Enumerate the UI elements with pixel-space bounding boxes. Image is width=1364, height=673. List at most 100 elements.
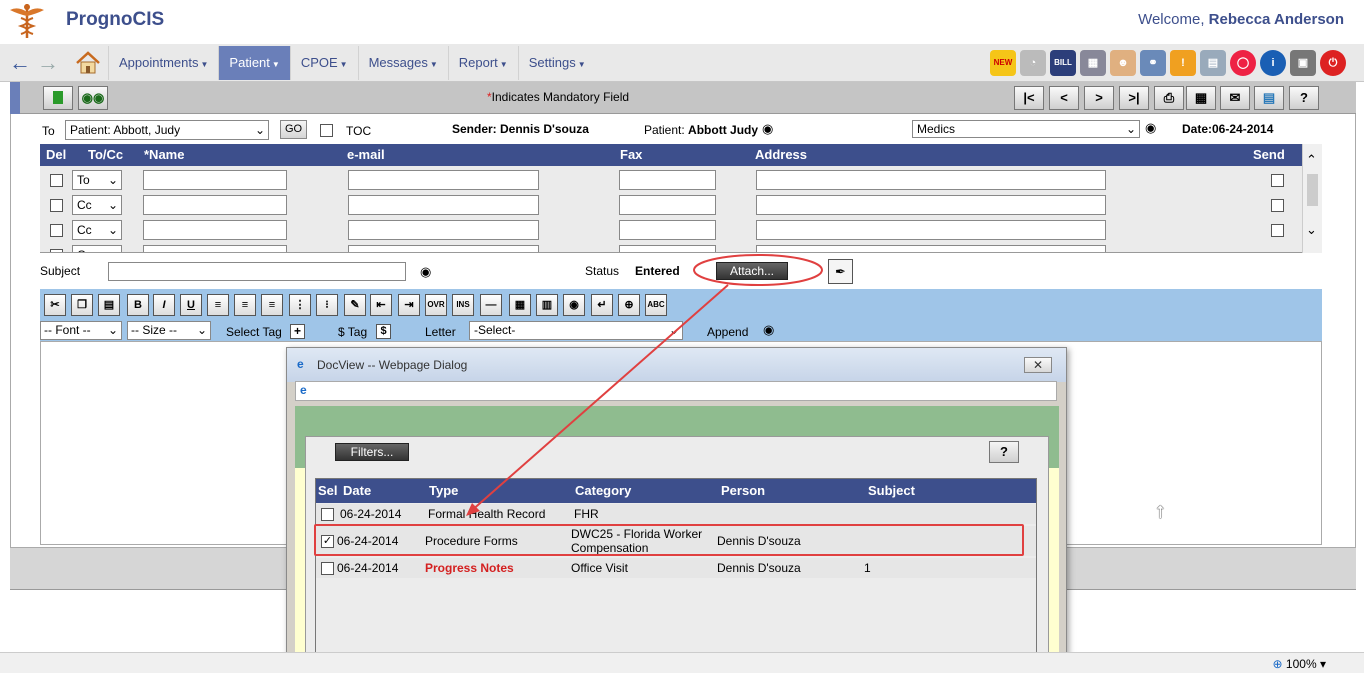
- alert-mail-icon[interactable]: !: [1170, 50, 1196, 76]
- menu-cpoe[interactable]: CPOE ▼: [289, 46, 358, 80]
- size-select[interactable]: -- Size -- ⌄: [127, 321, 211, 340]
- dollar-tag-icon[interactable]: $: [376, 324, 391, 339]
- medics-select[interactable]: Medics ⌄: [912, 120, 1140, 138]
- last-record-button[interactable]: >|: [1119, 86, 1149, 110]
- subject-search-icon[interactable]: ◉: [420, 264, 431, 280]
- menu-patient[interactable]: Patient ▼: [218, 46, 290, 80]
- go-button[interactable]: GO: [280, 120, 308, 139]
- name-field[interactable]: [143, 220, 287, 240]
- next-record-button[interactable]: >: [1084, 86, 1114, 110]
- speedometer-icon[interactable]: ◔: [1020, 50, 1046, 76]
- copy-icon[interactable]: ❐: [71, 294, 93, 316]
- table-icon[interactable]: ▦: [509, 294, 531, 316]
- indent-icon[interactable]: ⇥: [398, 294, 420, 316]
- send-checkbox[interactable]: [1271, 174, 1284, 187]
- spell-icon[interactable]: ✎: [344, 294, 366, 316]
- lock-icon[interactable]: ▣: [1290, 50, 1316, 76]
- dialog-help-button[interactable]: ?: [989, 441, 1019, 463]
- format-ins-button[interactable]: INS: [452, 294, 474, 316]
- subject-input[interactable]: [108, 262, 406, 281]
- envelope-button[interactable]: ✉: [1220, 86, 1250, 110]
- email-field[interactable]: [348, 220, 539, 240]
- fax-field[interactable]: [619, 170, 716, 190]
- address-field[interactable]: [756, 170, 1106, 190]
- cut-icon[interactable]: ✂: [44, 294, 66, 316]
- format-ovr-button[interactable]: OVR: [425, 294, 447, 316]
- menu-report[interactable]: Report ▼: [447, 46, 518, 80]
- format-abc-button[interactable]: ABC: [645, 294, 667, 316]
- email-field[interactable]: [348, 170, 539, 190]
- email-field[interactable]: [348, 245, 539, 252]
- document-row[interactable]: 06-24-2014 Progress Notes Office Visit D…: [316, 558, 1036, 578]
- unordered-list-icon[interactable]: ⁝: [316, 294, 338, 316]
- to-select[interactable]: Patient: Abbott, Judy ⌄: [65, 120, 269, 140]
- outdent-icon[interactable]: ⇤: [370, 294, 392, 316]
- bill-icon[interactable]: BILL: [1050, 50, 1076, 76]
- documents-icon[interactable]: ▤: [1200, 50, 1226, 76]
- menu-appointments[interactable]: Appointments ▼: [108, 46, 219, 80]
- filters-button[interactable]: Filters...: [335, 443, 409, 461]
- toc-checkbox[interactable]: [320, 124, 333, 137]
- delete-checkbox[interactable]: [50, 199, 63, 212]
- ordered-list-icon[interactable]: ⋮: [289, 294, 311, 316]
- scroll-thumb[interactable]: [1307, 174, 1318, 206]
- name-field[interactable]: [143, 245, 287, 252]
- align-right-icon[interactable]: ≡: [261, 294, 283, 316]
- first-record-button[interactable]: |<: [1014, 86, 1044, 110]
- info-icon[interactable]: i: [1260, 50, 1286, 76]
- eraser-tool-icon[interactable]: ✒: [828, 259, 853, 284]
- align-center-icon[interactable]: ≡: [234, 294, 256, 316]
- format-i-button[interactable]: I: [153, 294, 175, 316]
- tocc-select[interactable]: Cc ⌄: [72, 220, 122, 240]
- scroll-down-icon[interactable]: ⌄: [1306, 222, 1317, 238]
- delete-checkbox[interactable]: [50, 224, 63, 237]
- new-icon[interactable]: NEW: [990, 50, 1016, 76]
- back-arrow-icon[interactable]: ←: [9, 52, 31, 74]
- power-icon[interactable]: ⏻: [1320, 50, 1346, 76]
- forward-arrow-icon[interactable]: →: [37, 52, 59, 74]
- medics-search-icon[interactable]: ◉: [1145, 120, 1156, 136]
- format-u-button[interactable]: U: [180, 294, 202, 316]
- address-field[interactable]: [756, 220, 1106, 240]
- table-edit-icon[interactable]: ▥: [536, 294, 558, 316]
- calculator-button[interactable]: ▦: [1186, 86, 1216, 110]
- hr-icon[interactable]: —: [480, 294, 502, 316]
- zoom-control[interactable]: ⊕ 100% ▾: [1273, 657, 1326, 671]
- append-search-icon[interactable]: ◉: [763, 322, 774, 338]
- letter-select[interactable]: -Select- ⌄: [469, 321, 683, 340]
- patient-search-icon[interactable]: ◉: [762, 121, 773, 137]
- fax-field[interactable]: [619, 220, 716, 240]
- paste-icon[interactable]: ▤: [98, 294, 120, 316]
- stethoscope-icon[interactable]: ⚭: [1140, 50, 1166, 76]
- user-icon[interactable]: ☻: [1110, 50, 1136, 76]
- zoom-icon[interactable]: ⊕: [618, 294, 640, 316]
- search-binoculars-button[interactable]: ◉◉: [78, 86, 108, 110]
- address-field[interactable]: [756, 195, 1106, 215]
- home-icon[interactable]: [74, 50, 102, 76]
- add-tag-icon[interactable]: +: [290, 324, 305, 339]
- menu-messages[interactable]: Messages ▼: [357, 46, 448, 80]
- align-left-icon[interactable]: ≡: [207, 294, 229, 316]
- export-button[interactable]: ▤: [1254, 86, 1284, 110]
- select-checkbox[interactable]: [321, 562, 334, 575]
- lifebuoy-icon[interactable]: ◯: [1230, 50, 1256, 76]
- find-icon[interactable]: ◉: [563, 294, 585, 316]
- recipients-scrollbar[interactable]: ⌃ ⌄: [1302, 144, 1322, 253]
- menu-settings[interactable]: Settings ▼: [517, 46, 596, 80]
- send-checkbox[interactable]: [1271, 224, 1284, 237]
- name-field[interactable]: [143, 195, 287, 215]
- document-row[interactable]: 06-24-2014 Formal Health Record FHR: [316, 504, 1036, 524]
- name-field[interactable]: [143, 170, 287, 190]
- delete-checkbox[interactable]: [50, 174, 63, 187]
- tocc-select[interactable]: To ⌄: [72, 170, 122, 190]
- calendar-icon[interactable]: ▦: [1080, 50, 1106, 76]
- format-b-button[interactable]: B: [127, 294, 149, 316]
- previous-record-button[interactable]: <: [1049, 86, 1079, 110]
- dialog-close-button[interactable]: ✕: [1024, 357, 1052, 373]
- delete-checkbox[interactable]: [50, 249, 63, 252]
- new-document-button[interactable]: [43, 86, 73, 110]
- line-break-icon[interactable]: ↵: [591, 294, 613, 316]
- tocc-select[interactable]: Cc: [72, 245, 122, 252]
- font-select[interactable]: -- Font -- ⌄: [40, 321, 122, 340]
- print-button[interactable]: ⎙: [1154, 86, 1184, 110]
